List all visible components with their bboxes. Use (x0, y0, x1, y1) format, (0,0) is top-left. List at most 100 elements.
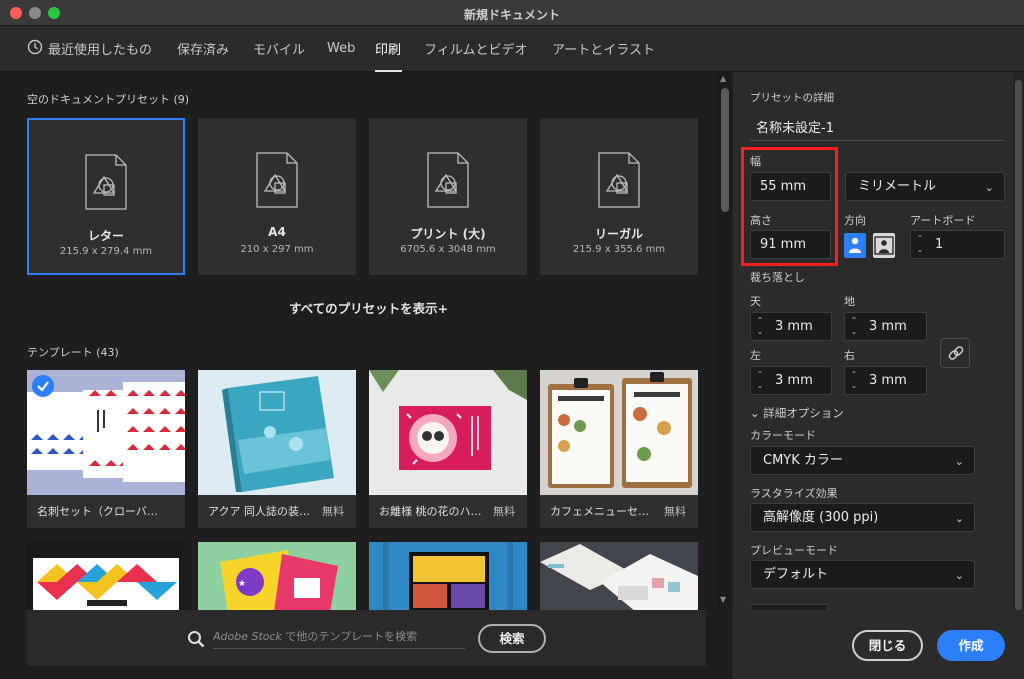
template-name: 名刺セット（クローバ… (37, 505, 158, 518)
bleed-bottom-stepper[interactable]: ⌃ ⌄ 3 mm (844, 312, 927, 341)
preset-name: プリント (大) (410, 227, 486, 241)
orientation-label: 方向 (844, 214, 866, 227)
template-free-badge: 無料 (322, 505, 344, 518)
stepper-arrows-icon[interactable]: ⌃ ⌄ (754, 369, 766, 392)
template-thumbnail (27, 370, 185, 495)
close-button[interactable]: 閉じる (852, 630, 923, 661)
bleed-left-stepper[interactable]: ⌃ ⌄ 3 mm (750, 366, 832, 395)
stepper-arrows-icon[interactable]: ⌃ ⌄ (914, 233, 926, 256)
preset-browser: 空のドキュメントプリセット (9) レター 215.9 x 279.4 mm A… (0, 72, 717, 679)
artboard-label: アートボード (910, 214, 976, 227)
template-thumbnail (369, 370, 527, 495)
chevron-down-icon: ⌄ (954, 455, 964, 468)
color-mode-label: カラーモード (750, 429, 816, 442)
link-bleed-button[interactable] (940, 338, 970, 368)
search-icon (188, 631, 205, 648)
preset-card-a4[interactable]: A4 210 x 297 mm (198, 118, 356, 275)
template-thumbnail (540, 370, 698, 495)
search-button[interactable]: 検索 (478, 624, 546, 653)
template-card-row2-2[interactable]: ★ (198, 542, 356, 612)
color-mode-dropdown[interactable]: CMYK カラー ⌄ (750, 446, 975, 475)
tab-print[interactable]: 印刷 (375, 39, 401, 58)
tab-web[interactable]: Web (327, 41, 355, 56)
template-card-row2-4[interactable] (540, 542, 698, 612)
svg-text:★: ★ (238, 579, 246, 589)
preset-card-letter[interactable]: レター 215.9 x 279.4 mm (27, 118, 185, 275)
tab-saved[interactable]: 保存済み (177, 39, 229, 58)
template-thumbnail (198, 370, 356, 495)
preset-size: 210 x 297 mm (240, 244, 314, 255)
landscape-icon (874, 236, 894, 255)
tab-film-video[interactable]: フィルムとビデオ (424, 39, 527, 58)
template-name: アクア 同人誌の装… (208, 505, 310, 518)
raster-effects-label: ラスタライズ効果 (750, 487, 838, 500)
tab-art-illustration[interactable]: アートとイラスト (552, 39, 655, 58)
preset-size: 6705.6 x 3048 mm (400, 244, 496, 255)
bleed-right-stepper[interactable]: ⌃ ⌄ 3 mm (844, 366, 927, 395)
title-bar: 新規ドキュメント (0, 0, 1024, 26)
show-all-presets-link[interactable]: すべてのプリセットを表示+ (289, 298, 448, 317)
stepper-arrows-icon[interactable]: ⌃ ⌄ (848, 369, 860, 392)
category-tabs: 最近使用したもの 保存済み モバイル Web 印刷 フィルムとビデオ アートとイ… (0, 26, 1024, 72)
portrait-icon (849, 237, 861, 253)
tab-mobile[interactable]: モバイル (253, 39, 305, 58)
scroll-up-icon[interactable]: ▲ (720, 74, 726, 83)
tab-recent[interactable]: 最近使用したもの (48, 39, 152, 58)
link-icon (948, 346, 964, 360)
chevron-down-icon: ⌄ (954, 512, 964, 525)
template-card-row2-3[interactable] (369, 542, 527, 612)
units-dropdown[interactable]: ミリメートル ⌄ (845, 172, 1005, 201)
highlight-box (741, 147, 838, 266)
template-card-business-card[interactable]: 名刺セット（クローバ… (27, 370, 185, 528)
preset-scrollbar-thumb[interactable] (721, 88, 729, 212)
bleed-label: 裁ち落とし (750, 271, 805, 284)
stock-search-input[interactable]: Adobe Stock で他のテンプレートを検索 (213, 623, 465, 649)
templates-heading: テンプレート (43) (27, 346, 119, 359)
clock-icon[interactable] (27, 39, 43, 55)
portrait-orientation-button[interactable] (844, 233, 866, 258)
bleed-top-stepper[interactable]: ⌃ ⌄ 3 mm (750, 312, 832, 341)
bleed-right-label: 右 (844, 349, 855, 362)
preset-card-print-large[interactable]: プリント (大) 6705.6 x 3048 mm (369, 118, 527, 275)
template-free-badge: 無料 (664, 505, 686, 518)
template-card-hinamatsuri[interactable]: お離様 桃の花のハ… 無料 (369, 370, 527, 528)
more-options-field (750, 604, 828, 610)
preset-name: レター (87, 229, 124, 243)
preset-name: リーガル (594, 227, 643, 241)
template-card-aqua-doujinshi[interactable]: アクア 同人誌の装… 無料 (198, 370, 356, 528)
preview-mode-label: プレビューモード (750, 544, 838, 557)
chevron-down-icon: ⌄ (984, 181, 994, 194)
document-preset-icon (256, 152, 298, 208)
artboard-stepper[interactable]: ⌃ ⌄ 1 (910, 230, 1005, 259)
details-scrollbar-thumb[interactable] (1015, 80, 1022, 610)
document-name-field[interactable]: 名称未設定-1 (756, 117, 834, 136)
window-title: 新規ドキュメント (463, 8, 560, 22)
document-preset-icon (598, 152, 640, 208)
selected-check-icon (32, 375, 54, 397)
chevron-down-icon: ⌄ (750, 406, 760, 420)
template-name: カフェメニューセ… (550, 505, 649, 518)
template-card-cafe-menu[interactable]: カフェメニューセ… 無料 (540, 370, 698, 528)
bleed-bottom-label: 地 (844, 295, 855, 308)
landscape-orientation-button[interactable] (873, 233, 895, 258)
bleed-top-label: 天 (750, 295, 761, 308)
stepper-arrows-icon[interactable]: ⌃ ⌄ (754, 315, 766, 338)
preset-size: 215.9 x 355.6 mm (572, 244, 666, 255)
template-name: お離様 桃の花のハ… (379, 505, 482, 518)
document-name-underline (750, 140, 1004, 141)
preset-name: A4 (268, 225, 286, 239)
advanced-options-toggle[interactable]: ⌄ 詳細オプション (750, 405, 844, 421)
raster-effects-dropdown[interactable]: 高解像度 (300 ppi) ⌄ (750, 503, 975, 532)
bleed-left-label: 左 (750, 349, 761, 362)
preset-size: 215.9 x 279.4 mm (59, 246, 153, 257)
details-heading: プリセットの詳細 (750, 92, 834, 104)
scroll-down-icon[interactable]: ▼ (720, 595, 726, 604)
stepper-arrows-icon[interactable]: ⌃ ⌄ (848, 315, 860, 338)
preview-mode-dropdown[interactable]: デフォルト ⌄ (750, 560, 975, 589)
create-button[interactable]: 作成 (937, 630, 1005, 661)
template-free-badge: 無料 (493, 505, 515, 518)
preset-card-legal[interactable]: リーガル 215.9 x 355.6 mm (540, 118, 698, 275)
stock-search-bar: Adobe Stock で他のテンプレートを検索 検索 (27, 610, 706, 666)
chevron-down-icon: ⌄ (954, 569, 964, 582)
template-card-row2-1[interactable] (27, 542, 185, 612)
